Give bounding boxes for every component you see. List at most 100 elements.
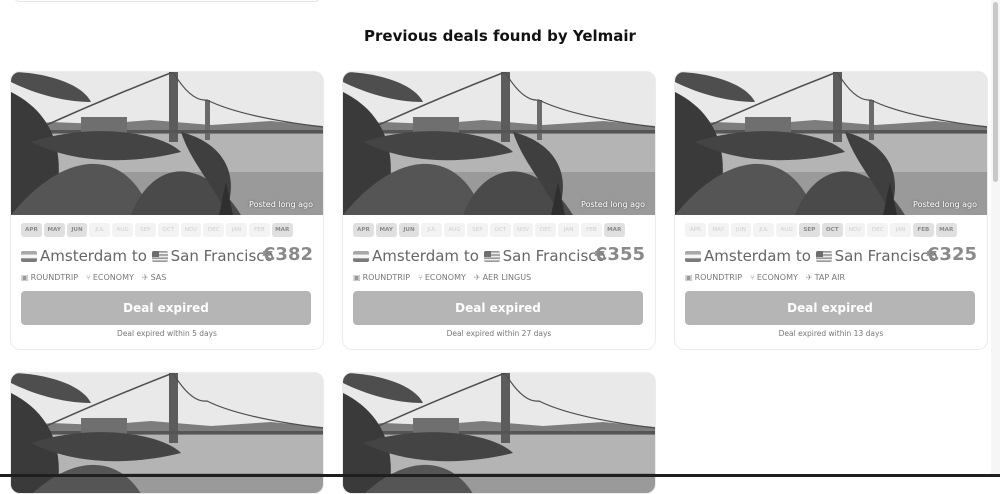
month-chip-feb: FEB — [580, 223, 602, 237]
seat-icon: ⑂ — [750, 273, 755, 282]
deal-price: €325 — [926, 244, 977, 265]
cabin-class: ⑂ ECONOMY — [750, 273, 798, 282]
seat-icon: ⑂ — [418, 273, 423, 282]
route-to: to — [795, 247, 811, 265]
route-to: to — [131, 247, 147, 265]
posted-label: Posted long ago — [249, 200, 313, 209]
plane-icon: ✈ — [141, 273, 149, 282]
cabin-class: ⑂ ECONOMY — [418, 273, 466, 282]
route-title: Amsterdam to San Francisco — [685, 247, 938, 265]
cabin-class: ⑂ ECONOMY — [86, 273, 134, 282]
deal-meta: ▣ ROUNDTRIP ⑂ ECONOMY ✈ TAP AIR — [685, 273, 845, 282]
month-chip-jun: JUN — [398, 223, 420, 237]
deal-card[interactable]: Posted long ago APR MAY JUN JUL AUG SEP OCT NOV… — [10, 71, 324, 350]
month-chip-oct: OCT — [157, 223, 179, 237]
route-destination: San Francisco — [502, 247, 606, 265]
airline: ✈ SAS — [142, 273, 166, 282]
route-title: Amsterdam to San Francisco — [353, 247, 606, 265]
month-chip-mar: MAR — [603, 223, 625, 237]
month-chip-dec: DEC — [867, 223, 889, 237]
airline: ✈ TAP AIR — [806, 273, 845, 282]
month-chip-aug: AUG — [776, 223, 797, 237]
airline: ✈ AER LINGUS — [474, 273, 531, 282]
deal-price: €382 — [262, 244, 313, 265]
deal-expired-button[interactable]: Deal expired — [21, 291, 311, 325]
airline-label: SAS — [150, 273, 167, 282]
month-chip-dec: DEC — [535, 223, 557, 237]
month-chip-jun: JUN — [730, 223, 752, 237]
deal-photo: Posted long ago — [11, 72, 323, 215]
month-chip-may: MAY — [43, 223, 65, 237]
deal-meta: ▣ ROUNDTRIP ⑂ ECONOMY ✈ SAS — [21, 273, 166, 282]
deal-meta: ▣ ROUNDTRIP ⑂ ECONOMY ✈ AER LINGUS — [353, 273, 531, 282]
trip-type: ▣ ROUNDTRIP — [685, 273, 742, 282]
netherlands-flag-icon — [21, 250, 37, 262]
plane-icon: ✈ — [805, 273, 813, 282]
expired-note: Deal expired within 27 days — [446, 329, 552, 338]
month-chip-oct: OCT — [489, 223, 511, 237]
route-title: Amsterdam to San Francisco — [21, 247, 274, 265]
section-heading: Previous deals found by Yelmair — [364, 27, 636, 45]
month-chip-nov: NOV — [844, 223, 866, 237]
previous-card-edge — [14, 0, 320, 2]
month-chip-may: MAY — [707, 223, 729, 237]
month-chip-jan: JAN — [226, 223, 247, 237]
plane-icon: ✈ — [473, 273, 481, 282]
route-origin: Amsterdam — [372, 247, 460, 265]
month-chip-sep: SEP — [466, 223, 488, 237]
month-chip-apr: APR — [21, 223, 42, 237]
month-chip-apr: APR — [353, 223, 374, 237]
trip-type: ▣ ROUNDTRIP — [21, 273, 78, 282]
posted-label: Posted long ago — [913, 200, 977, 209]
route-origin: Amsterdam — [40, 247, 128, 265]
scrollbar-thumb[interactable] — [993, 2, 998, 182]
deal-price: €355 — [594, 244, 645, 265]
route-destination: San Francisco — [170, 247, 274, 265]
month-chip-jun: JUN — [66, 223, 88, 237]
month-chip-nov: NOV — [180, 223, 202, 237]
us-flag-icon — [151, 250, 168, 262]
month-chip-jan: JAN — [558, 223, 579, 237]
month-chip-dec: DEC — [203, 223, 225, 237]
page-scrollbar[interactable] — [991, 0, 1000, 477]
us-flag-icon — [483, 250, 500, 262]
airline-label: AER LINGUS — [482, 273, 532, 282]
us-flag-icon — [815, 250, 832, 262]
month-chip-oct: OCT — [821, 223, 843, 237]
month-chip-jul: JUL — [753, 223, 775, 237]
month-chip-aug: AUG — [112, 223, 133, 237]
month-chip-jul: JUL — [421, 223, 443, 237]
route-to: to — [463, 247, 479, 265]
month-chip-sep: SEP — [134, 223, 156, 237]
airline-label: TAP AIR — [814, 273, 846, 282]
month-chip-may: MAY — [375, 223, 397, 237]
trip-type: ▣ ROUNDTRIP — [353, 273, 410, 282]
deal-photo: Posted long ago — [343, 72, 655, 215]
calendar-icon: ▣ — [685, 273, 693, 282]
expired-note: Deal expired within 13 days — [778, 329, 884, 338]
deal-card[interactable]: Posted long ago APR MAY JUN JUL AUG SEP OCT NOV… — [342, 71, 656, 350]
calendar-icon: ▣ — [353, 273, 361, 282]
expired-note: Deal expired within 5 days — [117, 329, 217, 338]
month-chip-nov: NOV — [512, 223, 534, 237]
month-chip-mar: MAR — [935, 223, 957, 237]
month-chip-sep: SEP — [798, 223, 820, 237]
deal-card[interactable]: Posted long ago APR MAY JUN JUL AUG SEP OCT NOV… — [674, 71, 988, 350]
month-chip-aug: AUG — [444, 223, 465, 237]
month-chip-jan: JAN — [890, 223, 911, 237]
month-strip: APR MAY JUN JUL AUG SEP OCT NOV DEC JAN FEB MAR — [353, 223, 625, 237]
month-chip-feb: FEB — [912, 223, 934, 237]
month-chip-apr: APR — [685, 223, 706, 237]
deal-expired-button[interactable]: Deal expired — [353, 291, 643, 325]
deal-expired-button[interactable]: Deal expired — [685, 291, 975, 325]
trip-type-label: ROUNDTRIP — [30, 273, 79, 282]
calendar-icon: ▣ — [21, 273, 29, 282]
month-chip-jul: JUL — [89, 223, 111, 237]
cabin-label: ECONOMY — [756, 273, 798, 282]
seat-icon: ⑂ — [86, 273, 91, 282]
month-chip-mar: MAR — [271, 223, 293, 237]
route-destination: San Francisco — [834, 247, 938, 265]
cabin-label: ECONOMY — [424, 273, 466, 282]
netherlands-flag-icon — [353, 250, 369, 262]
netherlands-flag-icon — [685, 250, 701, 262]
